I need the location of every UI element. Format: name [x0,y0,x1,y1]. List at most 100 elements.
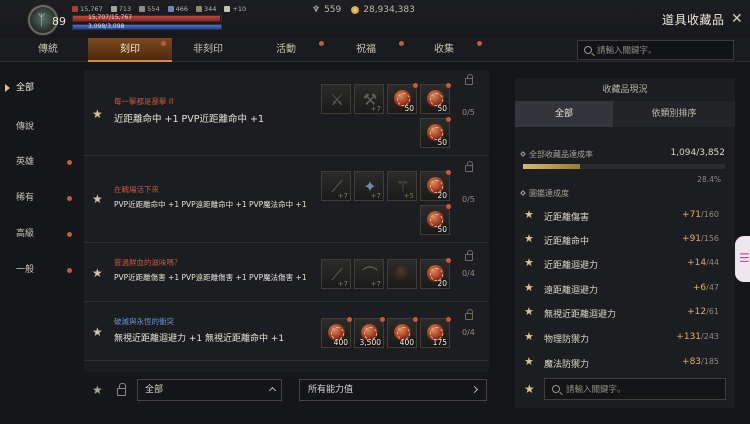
item-slot[interactable] [387,259,417,289]
category-list: 全部 傳說 英雄 稀有 高級 一般 [0,70,82,424]
stat-row[interactable]: ★ 近距離傷害 +71/160 [515,205,735,227]
notification-dot [413,317,418,322]
notification-dot [477,41,482,46]
collection-effects: PVP近距離傷害 +1 PVP遠距離傷害 +1 PVP魔法傷害 +1 [114,273,307,282]
tab-engraved[interactable]: 刻印 [88,38,172,62]
star-icon: ★ [524,330,534,343]
item-slot[interactable]: ⚔ [321,84,351,114]
tab-blessing[interactable]: 祝福 [324,38,408,62]
sword-icon [110,6,117,12]
favorite-star-icon[interactable]: ★ [92,325,103,339]
collection-effects: 近距離命中 +1 PVP近距離命中 +1 [114,114,265,125]
icon-achievement-label: 圖鑑達成度 [520,188,569,199]
item-slot[interactable]: 400 [387,317,418,348]
notification-dot [347,317,352,322]
lock-icon[interactable] [465,309,473,320]
character-stats: 15,767 713 554 466 344 +10 [72,4,246,14]
stat-row[interactable]: ★ 魔法防禦力 +83/185 [515,352,735,374]
collection-progress: 0/4 [462,269,475,278]
search-icon [584,46,592,54]
side-drawer-handle[interactable]: ☰ [735,236,750,282]
item-slot[interactable]: ⟋ +7 [321,171,351,201]
stat-buff: +10 [224,4,246,14]
star-icon: ★ [524,232,534,245]
gold-currency: 28,934,383 [351,5,415,15]
stat-row[interactable]: ★ 物理防禦力 +131/243 [515,327,735,349]
weapon-icon: ⚔ [329,90,345,109]
stat-attack: 713 [110,4,131,14]
search-input[interactable]: 請輸入關鍵字。 [577,40,734,60]
wing-currency: ♆ 559 [312,5,342,15]
category-legend[interactable]: 傳說 [0,117,82,137]
stat-filter-button[interactable]: 所有能力值 [299,379,487,401]
tab-collect[interactable]: 收集 [402,38,486,62]
collection-row[interactable]: ★ 破滅與永恆的衝突 無視近距離迴避力 +1 無視近距離命中 +1 400 3,… [84,303,489,361]
item-slot[interactable]: 3,500 [354,317,385,348]
collection-row[interactable]: ★ 在戰場活下來 PVP近距離命中 +1 PVP遠距離命中 +1 PVP魔法命中… [84,157,489,243]
item-slot[interactable]: ⟋ +7 [321,259,351,289]
item-slot[interactable]: 50 [420,117,451,148]
category-all[interactable]: 全部 [0,78,82,98]
search-icon [552,385,560,393]
notification-dot [446,83,451,88]
notification-dot [67,160,72,165]
tab-non-engraved[interactable]: 非刻印 [166,38,250,62]
collection-row[interactable]: ★ 嘗過鮮血的滋味嗎？ PVP近距離傷害 +1 PVP遠距離傷害 +1 PVP魔… [84,244,489,302]
target-icon [196,6,203,12]
item-slot[interactable]: 175 [420,317,451,348]
lock-icon[interactable] [465,74,473,85]
collection-effects: PVP近距離命中 +1 PVP遠距離命中 +1 PVP魔法命中 +1 [114,200,307,209]
overall-progress-fill [523,164,581,169]
stat-row[interactable]: ★ 近距離迴避力 +14/44 [515,253,735,275]
item-slot[interactable]: ⚚ +5 [387,171,417,201]
summary-tab-all[interactable]: 全部 [515,101,613,127]
collection-name: 在戰場活下來 [114,185,159,194]
lock-icon[interactable] [465,250,473,261]
collection-name: 嘗過鮮血的滋味嗎？ [114,258,182,267]
item-slot[interactable]: 20 [420,170,451,201]
collection-row[interactable]: ★ 每一擊都是暴擊 II 近距離命中 +1 PVP近距離命中 +1 ⚔ ⚒ +7 … [84,70,489,156]
category-common[interactable]: 一般 [0,260,82,280]
summary-tab-by-category[interactable]: 依類別排序 [613,101,735,127]
item-slot[interactable]: ⌒ +7 [354,259,384,289]
diamond-icon [520,151,526,157]
item-slot[interactable]: 50 [420,83,451,114]
item-slot[interactable]: ⚒ +7 [354,84,384,114]
favorite-star-icon[interactable]: ★ [92,192,103,206]
item-slot[interactable]: 400 [321,317,352,348]
chevron-up-icon [268,386,277,395]
star-icon: ★ [524,281,534,294]
favorite-star-icon[interactable]: ★ [92,107,103,121]
overall-progress-bar [523,164,725,169]
grade-filter-dropdown[interactable]: 全部 [137,379,282,401]
item-slot[interactable]: 20 [420,258,451,289]
close-icon[interactable]: ✕ [731,11,743,27]
item-slot[interactable]: ✦ +7 [354,171,384,201]
lock-icon[interactable] [465,161,473,172]
summary-panel: 收藏品現況 全部 依類別排序 全部收藏品達成率 1,094/3,852 28.4… [515,78,735,408]
item-slot[interactable]: 50 [420,204,451,235]
tab-traditional[interactable]: 傳統 [6,38,90,62]
category-hero[interactable]: 英雄 [0,152,82,172]
stat-search-input[interactable]: 請輸入關鍵字。 [544,378,726,400]
category-advanced[interactable]: 高級 [0,224,82,244]
item-slot[interactable]: 50 [387,83,418,114]
character-level: 89 [52,15,66,28]
stat-magic: 466 [167,4,188,14]
favorite-star-icon[interactable]: ★ [524,382,535,396]
lock-filter-icon[interactable] [117,383,126,396]
category-rare[interactable]: 稀有 [0,188,82,208]
collection-list: ★ 每一擊都是暴擊 II 近距離命中 +1 PVP近距離命中 +1 ⚔ ⚒ +7 … [84,70,489,372]
favorite-star-icon[interactable]: ★ [92,266,103,280]
collection-name: 每一擊都是暴擊 II [114,97,174,106]
notification-dot [67,196,72,201]
collection-progress: 0/4 [462,328,475,337]
tab-event[interactable]: 活動 [244,38,328,62]
favorite-filter-star-icon[interactable]: ★ [92,383,103,397]
stat-row[interactable]: ★ 近距離命中 +91/156 [515,229,735,251]
summary-title: 收藏品現況 [602,85,648,95]
stat-row[interactable]: ★ 無視近距離迴避力 +12/61 [515,302,735,324]
shield-icon [139,6,146,12]
stat-row[interactable]: ★ 遠距離迴避力 +6/47 [515,278,735,300]
notification-dot [446,204,451,209]
